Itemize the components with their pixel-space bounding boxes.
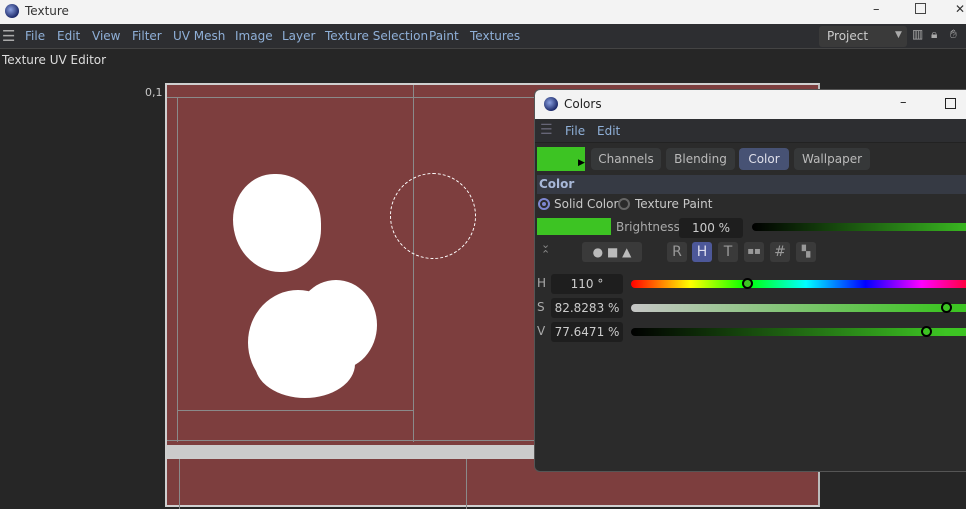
chevron-down-icon: ▼	[895, 30, 902, 40]
colors-titlebar: Colors –	[535, 90, 966, 119]
menu-textures[interactable]: Textures	[470, 29, 520, 43]
collapse-icon[interactable]: ⌄ ⌃	[541, 239, 550, 260]
mode-button-r[interactable]: R	[667, 242, 687, 262]
menu-file[interactable]: File	[25, 29, 45, 43]
s-slider-knob[interactable]	[940, 302, 952, 313]
menu-paint[interactable]: Paint	[429, 29, 459, 43]
tab-wallpaper[interactable]: Wallpaper	[794, 148, 870, 170]
tab-blending[interactable]: Blending	[666, 148, 735, 170]
menu-file[interactable]: File	[565, 124, 585, 138]
panel-title: Texture UV Editor	[2, 53, 107, 67]
brightness-slider[interactable]	[752, 223, 966, 231]
mode-button-t[interactable]: T	[718, 242, 738, 262]
minimize-icon[interactable]: –	[873, 2, 880, 17]
v-slider[interactable]	[631, 326, 966, 337]
layout-select[interactable]: Project ▼	[819, 26, 907, 47]
v-slider-knob[interactable]	[920, 326, 932, 337]
menu-edit[interactable]: Edit	[597, 124, 620, 138]
minimize-icon[interactable]: –	[900, 95, 907, 110]
brightness-field[interactable]: 100 %	[679, 218, 743, 238]
layout-select-value: Project	[827, 29, 869, 43]
window-title: Texture	[25, 4, 69, 18]
s-label: S	[537, 300, 545, 314]
tab-channels[interactable]: Channels	[591, 148, 661, 170]
window-titlebar: Texture – ✕	[0, 0, 966, 24]
section-title: Color	[539, 177, 575, 191]
close-icon[interactable]: ✕	[955, 2, 965, 16]
colors-window: Colors – ☰ File Edit ▶ Channels Blending…	[534, 89, 966, 472]
chart-icon[interactable]: ▥	[912, 27, 923, 41]
menu-texture-selection[interactable]: Texture Selection	[325, 29, 428, 43]
h-slider[interactable]	[631, 278, 966, 289]
hamburger-menu-icon[interactable]: ☰	[540, 122, 553, 138]
cinema4d-logo-icon	[5, 4, 19, 18]
radio-texture-paint[interactable]	[618, 198, 630, 210]
lock-icon[interactable]: 🔒︎	[931, 27, 937, 42]
mode-button-h[interactable]: H	[692, 242, 712, 262]
arrow-right-icon: ▶	[578, 158, 585, 168]
s-field[interactable]: 82.8283 %	[551, 298, 623, 318]
h-slider-knob[interactable]	[741, 278, 753, 289]
menu-filter[interactable]: Filter	[132, 29, 162, 43]
uv-coord-label: 0,1	[145, 86, 163, 99]
menu-image[interactable]: Image	[235, 29, 273, 43]
section-header: Color	[537, 175, 966, 194]
radio-solid-color-label: Solid Color	[554, 197, 619, 211]
maximize-icon[interactable]	[915, 3, 926, 14]
tab-color[interactable]: Color	[739, 148, 789, 170]
color-preview	[537, 218, 611, 235]
hamburger-menu-icon[interactable]: ☰	[2, 27, 15, 45]
v-field[interactable]: 77.6471 %	[551, 322, 623, 342]
menu-view[interactable]: View	[92, 29, 120, 43]
maximize-icon[interactable]	[945, 98, 956, 109]
radio-texture-paint-label: Texture Paint	[635, 197, 713, 211]
v-label: V	[537, 324, 546, 338]
paint-stroke	[255, 330, 355, 398]
brightness-label: Brightness	[616, 220, 680, 234]
current-color-swatch[interactable]: ▶	[537, 147, 585, 171]
cinema4d-logo-icon	[544, 97, 558, 111]
colors-menu-bar: ☰ File Edit	[535, 119, 966, 143]
colors-title: Colors	[564, 97, 602, 111]
s-slider[interactable]	[631, 302, 966, 313]
shape-selector[interactable]: ● ■ ▲	[582, 242, 642, 262]
paint-stroke	[233, 174, 321, 272]
menu-edit[interactable]: Edit	[57, 29, 80, 43]
mode-button-hex[interactable]: #	[770, 242, 790, 262]
h-label: H	[537, 276, 547, 290]
h-field[interactable]: 110 °	[551, 274, 623, 294]
brush-cursor	[390, 173, 476, 259]
swatches-icon[interactable]: ▚	[796, 242, 816, 262]
mixer-icon[interactable]: ▪▪	[744, 242, 764, 262]
radio-solid-color[interactable]	[538, 198, 550, 210]
menu-bar: ☰ File Edit View Filter UV Mesh Image La…	[0, 24, 966, 49]
menu-layer[interactable]: Layer	[282, 29, 315, 43]
hand-icon[interactable]: ✋︎	[950, 27, 957, 42]
menu-uv-mesh[interactable]: UV Mesh	[173, 29, 225, 43]
